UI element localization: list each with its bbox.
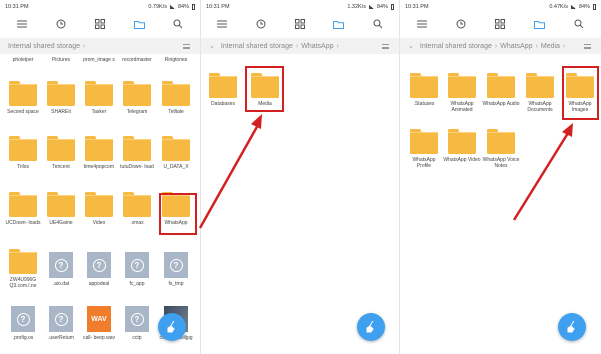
arrow-head-icon <box>251 114 262 129</box>
annotation-arrows <box>198 114 573 229</box>
red-arrow-2 <box>512 132 570 221</box>
red-arrow-1 <box>198 124 260 229</box>
